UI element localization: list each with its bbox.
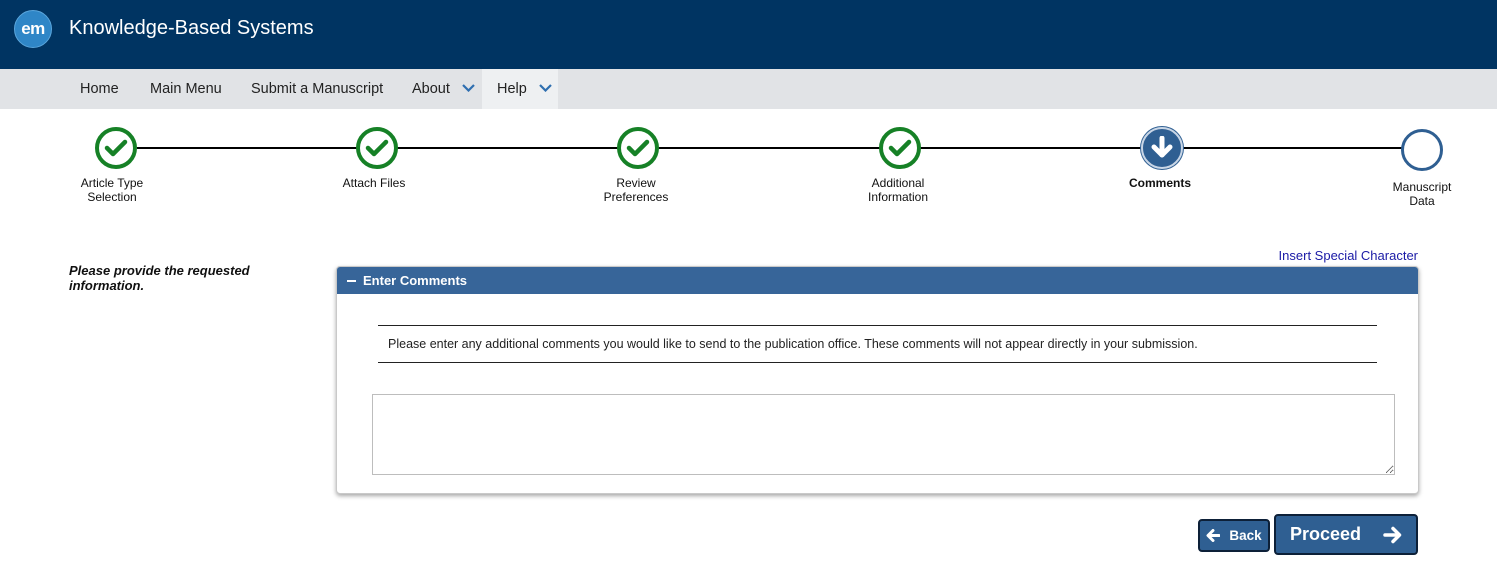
- step-label-line: Manuscript: [1392, 180, 1452, 194]
- proceed-button[interactable]: Proceed: [1274, 514, 1418, 555]
- nav-help-label: Help: [497, 81, 527, 97]
- chevron-down-icon: [539, 83, 552, 92]
- arrow-down-icon: [1151, 136, 1173, 158]
- step-additional-information-label: Additional Information: [838, 176, 958, 204]
- stepper-connector-line: [137, 147, 1403, 149]
- step-label-line: Additional: [871, 176, 925, 190]
- em-logo[interactable]: em: [14, 10, 52, 48]
- nav-submit-manuscript[interactable]: Submit a Manuscript: [251, 69, 383, 109]
- nav-about[interactable]: About: [412, 69, 475, 109]
- checkmark-icon: [365, 139, 389, 157]
- checkmark-icon: [104, 139, 128, 157]
- step-label-line: Information: [867, 190, 929, 204]
- nav-home[interactable]: Home: [80, 69, 119, 109]
- nav-main-menu-label: Main Menu: [150, 81, 222, 97]
- comments-textarea[interactable]: [372, 394, 1395, 475]
- step-manuscript-data-label: Manuscript Data: [1362, 180, 1482, 208]
- checkmark-icon: [626, 139, 650, 157]
- nav-about-label: About: [412, 81, 450, 97]
- nav-main-menu[interactable]: Main Menu: [150, 69, 222, 109]
- nav-home-label: Home: [80, 81, 119, 97]
- proceed-button-label: Proceed: [1289, 524, 1362, 544]
- nav-help[interactable]: Help: [482, 69, 558, 109]
- step-label-line: Review: [616, 176, 656, 190]
- checkmark-icon: [888, 139, 912, 157]
- step-label-line: Article Type: [80, 176, 144, 190]
- app-header: em Knowledge-Based Systems: [0, 0, 1497, 69]
- instruction-text: Please provide the requested information…: [69, 263, 250, 293]
- step-attach-files-label: Attach Files: [314, 176, 434, 190]
- arrow-right-icon: [1383, 526, 1402, 543]
- collapse-minus-icon[interactable]: [347, 279, 356, 282]
- back-button-label: Back: [1229, 528, 1262, 543]
- arrow-left-icon: [1206, 529, 1221, 542]
- journal-title: Knowledge-Based Systems: [69, 17, 314, 39]
- step-review-preferences[interactable]: [617, 127, 659, 169]
- panel-title: Enter Comments: [363, 273, 468, 288]
- step-attach-files[interactable]: [356, 127, 398, 169]
- step-label-line: Data: [1409, 194, 1435, 208]
- back-button[interactable]: Back: [1198, 519, 1270, 552]
- step-label-line: Preferences: [603, 190, 669, 204]
- step-comments: [1141, 127, 1183, 169]
- step-article-type-label: Article Type Selection: [52, 176, 172, 204]
- enter-comments-panel: Enter Comments Please enter any addition…: [336, 266, 1419, 494]
- insert-special-character-link[interactable]: Insert Special Character: [1279, 248, 1418, 263]
- step-additional-information[interactable]: [879, 127, 921, 169]
- step-article-type[interactable]: [95, 127, 137, 169]
- step-manuscript-data: [1401, 129, 1443, 171]
- step-review-preferences-label: Review Preferences: [576, 176, 696, 204]
- step-label-line: Selection: [87, 190, 137, 204]
- nav-submit-manuscript-label: Submit a Manuscript: [251, 81, 384, 97]
- step-label-line: Comments: [1128, 176, 1191, 190]
- panel-header[interactable]: Enter Comments: [337, 267, 1418, 294]
- step-comments-label: Comments: [1100, 176, 1220, 190]
- step-label-line: Attach Files: [342, 176, 406, 190]
- comments-instructions: Please enter any additional comments you…: [378, 325, 1377, 363]
- chevron-down-icon: [462, 83, 475, 92]
- main-nav: Home Main Menu Submit a Manuscript About…: [0, 69, 1497, 109]
